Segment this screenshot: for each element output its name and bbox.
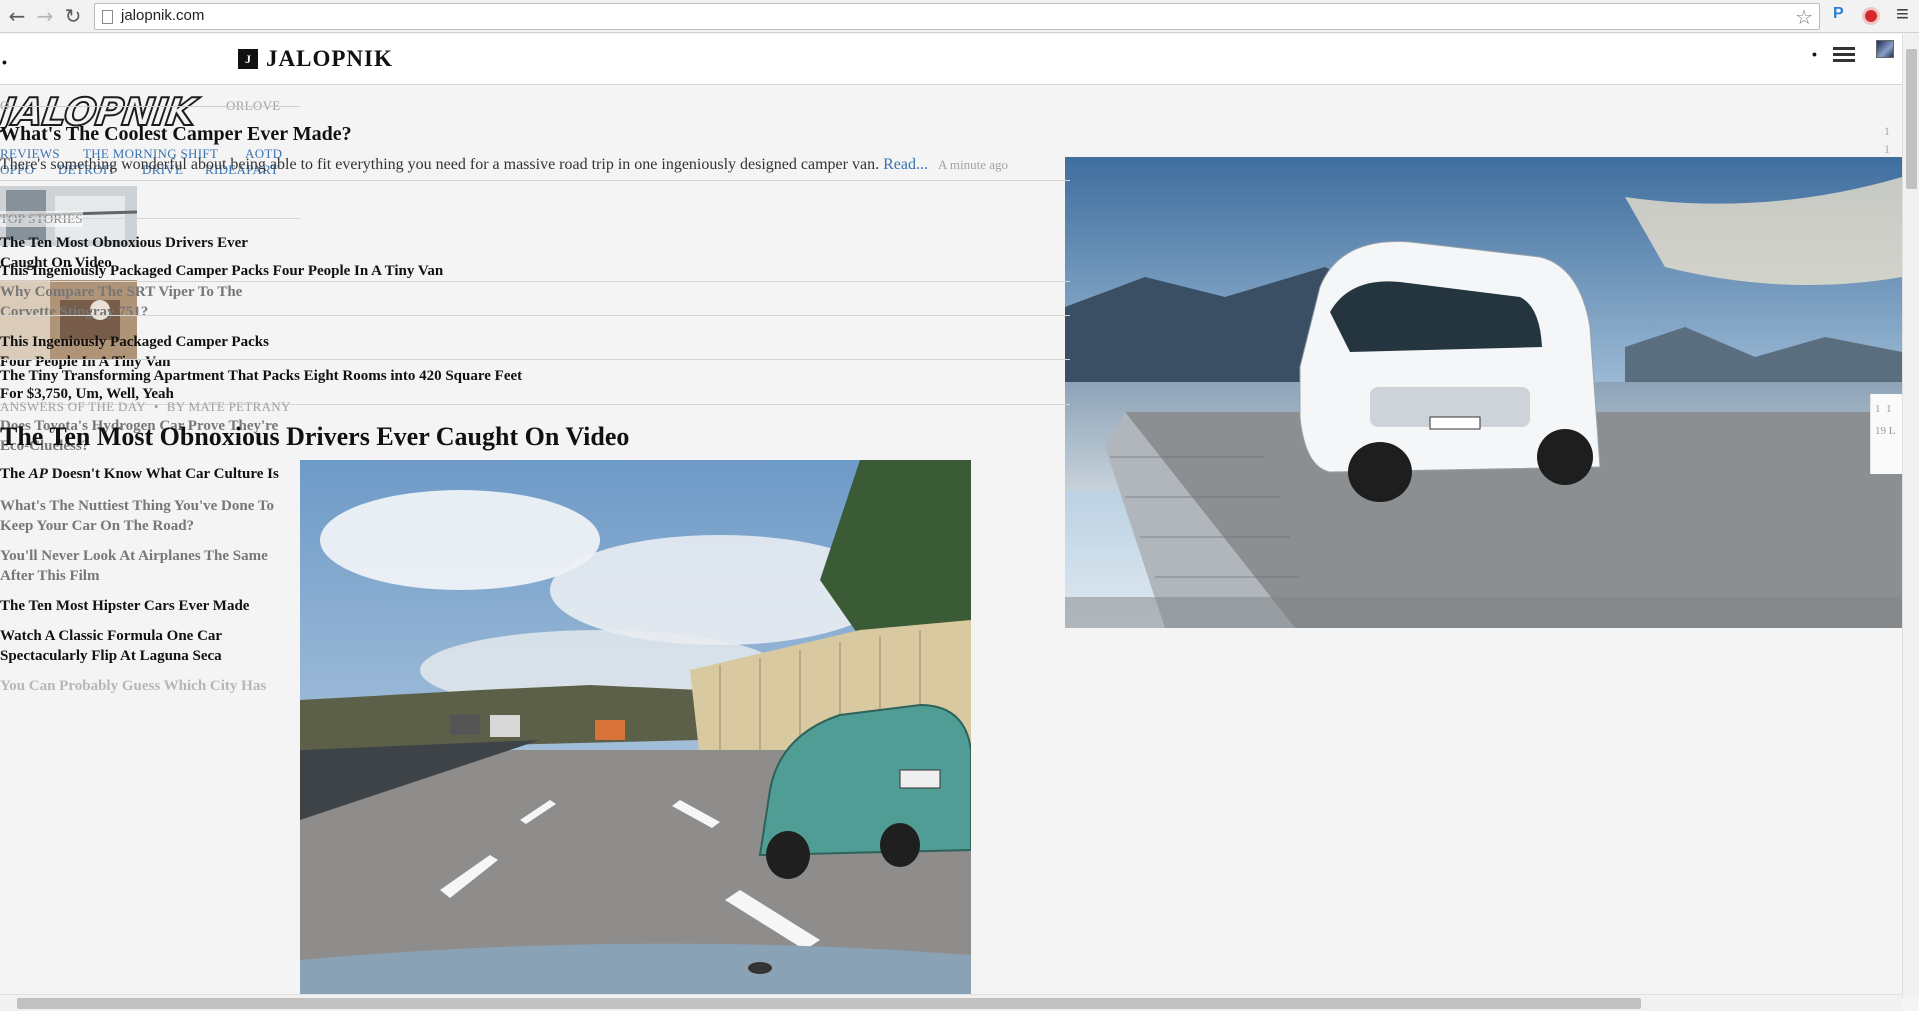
related-link[interactable]: The Tiny Transforming Apartment That Pac…: [0, 366, 522, 386]
back-button[interactable]: ←: [6, 5, 28, 27]
bookmark-star-icon[interactable]: ☆: [1795, 5, 1813, 29]
side-widget: 1 1 19 L: [1870, 394, 1902, 474]
camper-van-image[interactable]: [1065, 157, 1902, 628]
vertical-scroll-thumb[interactable]: [1906, 49, 1917, 189]
article-title[interactable]: What's The Coolest Camper Ever Made?: [0, 123, 352, 146]
vertical-scrollbar[interactable]: [1902, 34, 1919, 998]
site-logo-icon[interactable]: J: [238, 49, 258, 69]
story-link[interactable]: What's The Nuttiest Thing You've Done To…: [0, 496, 290, 536]
byline-category[interactable]: ANSWERS OF THE DAY: [0, 399, 146, 414]
browser-toolbar: ← → ↻ jalopnik.com ☆ P ≡: [0, 0, 1919, 33]
address-bar[interactable]: jalopnik.com ☆: [94, 3, 1820, 30]
url-text[interactable]: jalopnik.com: [121, 7, 204, 24]
horizontal-scrollbar[interactable]: [0, 994, 1902, 1011]
masthead: • J JALOPNIK •: [0, 34, 1902, 85]
right-edge-digits: 1 1: [1884, 124, 1890, 156]
masthead-dot-right: •: [1812, 46, 1817, 62]
reload-button[interactable]: ↻: [62, 5, 84, 27]
story-link[interactable]: The Ten Most Hipster Cars Ever Made: [0, 596, 300, 616]
divider: [0, 359, 1070, 360]
related-link[interactable]: This Ingeniously Packaged Camper Packs F…: [0, 261, 443, 281]
page-icon: [102, 10, 113, 24]
chrome-menu-icon[interactable]: ≡: [1896, 1, 1909, 27]
top-stories-label: TOP STORIES: [0, 211, 83, 227]
feature-title[interactable]: The Ten Most Obnoxious Drivers Ever Caug…: [0, 422, 629, 452]
story-link[interactable]: The AP Doesn't Know What Car Culture Is: [0, 464, 300, 484]
byline: ANSWERS OF THE DAY • By MATE PETRANY: [0, 398, 291, 416]
story-link[interactable]: You Can Probably Guess Which City Has: [0, 676, 300, 694]
page-content: • J JALOPNIK • 1 1 JALOPNIK ORLOVE REVIE…: [0, 34, 1902, 998]
article-excerpt: There's something wonderful about being …: [0, 156, 1009, 173]
byline-author[interactable]: By MATE PETRANY: [167, 399, 291, 414]
story-link[interactable]: You'll Never Look At Airplanes The Same …: [0, 546, 285, 586]
driving-video-image[interactable]: [300, 460, 971, 998]
user-avatar[interactable]: [1876, 40, 1894, 58]
byline-separator: •: [153, 399, 159, 414]
divider: [0, 218, 300, 219]
read-more-link[interactable]: Read...: [883, 156, 928, 173]
divider: [0, 180, 1070, 181]
extension-record-icon[interactable]: [1862, 7, 1880, 25]
site-name[interactable]: JALOPNIK: [266, 46, 393, 72]
extension-p-icon[interactable]: P: [1833, 5, 1844, 23]
story-link[interactable]: Why Compare The SRT Viper To The Corvett…: [0, 282, 275, 322]
story-link[interactable]: Watch A Classic Formula One Car Spectacu…: [0, 626, 285, 666]
article-timestamp: A minute ago: [937, 157, 1009, 172]
divider: [0, 281, 1070, 282]
forward-button[interactable]: →: [34, 5, 56, 27]
horizontal-scroll-thumb[interactable]: [17, 998, 1641, 1009]
divider: [0, 315, 1070, 316]
divider: [0, 106, 300, 107]
hamburger-menu-icon[interactable]: [1833, 47, 1857, 63]
masthead-dot: •: [2, 54, 7, 70]
